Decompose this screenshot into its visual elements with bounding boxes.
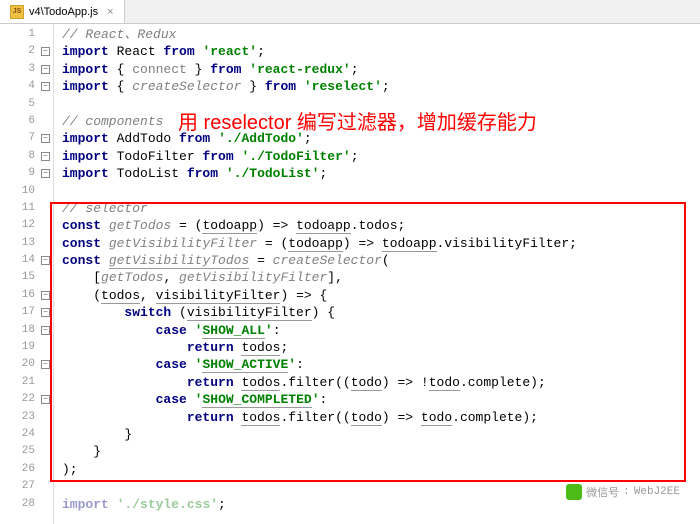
watermark-value: WebJ2EE xyxy=(634,486,680,498)
code-line[interactable]: import { connect } from 'react-redux'; xyxy=(62,61,700,78)
line-number: 21 xyxy=(0,374,53,391)
line-number-gutter: 12−3−4−567−8−9−1011121314−1516−17−18−192… xyxy=(0,24,54,524)
fold-icon[interactable]: − xyxy=(41,308,50,317)
code-line[interactable]: const getVisibilityTodos = createSelecto… xyxy=(62,252,700,269)
code-line[interactable]: // React、Redux xyxy=(62,26,700,43)
line-number: 16− xyxy=(0,287,53,304)
fold-icon[interactable]: − xyxy=(41,47,50,56)
code-line[interactable]: import React from 'react'; xyxy=(62,43,700,60)
line-number: 1 xyxy=(0,26,53,43)
line-number: 3− xyxy=(0,61,53,78)
code-line[interactable]: // selector xyxy=(62,200,700,217)
annotation-text: 用 reselector 编写过滤器，增加缓存能力 xyxy=(178,106,537,135)
line-number: 22− xyxy=(0,391,53,408)
fold-icon[interactable]: − xyxy=(41,291,50,300)
code-editor[interactable]: 12−3−4−567−8−9−1011121314−1516−17−18−192… xyxy=(0,24,700,524)
watermark-label: 微信号 xyxy=(586,484,619,500)
line-number: 9− xyxy=(0,165,53,182)
line-number: 19 xyxy=(0,339,53,356)
js-file-icon: JS xyxy=(10,5,24,19)
line-number: 24 xyxy=(0,426,53,443)
code-line[interactable]: import { createSelector } from 'reselect… xyxy=(62,78,700,95)
line-number: 14− xyxy=(0,252,53,269)
code-line[interactable]: const getVisibilityFilter = (todoapp) =>… xyxy=(62,235,700,252)
tab-filename: v4\TodoApp.js xyxy=(29,6,98,18)
line-number: 7− xyxy=(0,130,53,147)
fold-icon[interactable]: − xyxy=(41,326,50,335)
line-number: 26 xyxy=(0,461,53,478)
code-area[interactable]: 用 reselector 编写过滤器，增加缓存能力 // React、Redux… xyxy=(54,24,700,524)
code-line[interactable]: return todos; xyxy=(62,339,700,356)
line-number: 25 xyxy=(0,443,53,460)
line-number: 8− xyxy=(0,148,53,165)
code-line[interactable]: } xyxy=(62,426,700,443)
line-number: 28 xyxy=(0,496,53,513)
line-number: 4− xyxy=(0,78,53,95)
line-number: 18− xyxy=(0,322,53,339)
line-number: 5 xyxy=(0,96,53,113)
code-line[interactable]: import TodoList from './TodoList'; xyxy=(62,165,700,182)
line-number: 13 xyxy=(0,235,53,252)
fold-icon[interactable]: − xyxy=(41,152,50,161)
code-line[interactable]: import TodoFilter from './TodoFilter'; xyxy=(62,148,700,165)
fold-icon[interactable]: − xyxy=(41,134,50,143)
code-line[interactable]: const getTodos = (todoapp) => todoapp.to… xyxy=(62,217,700,234)
line-number: 27 xyxy=(0,478,53,495)
code-line[interactable]: (todos, visibilityFilter) => { xyxy=(62,287,700,304)
line-number: 10 xyxy=(0,183,53,200)
line-number: 11 xyxy=(0,200,53,217)
tab-bar: JS v4\TodoApp.js × xyxy=(0,0,700,24)
fold-icon[interactable]: − xyxy=(41,395,50,404)
code-line[interactable]: case 'SHOW_ACTIVE': xyxy=(62,356,700,373)
code-line[interactable]: ); xyxy=(62,461,700,478)
fold-icon[interactable]: − xyxy=(41,360,50,369)
code-line[interactable]: return todos.filter((todo) => todo.compl… xyxy=(62,409,700,426)
code-line[interactable]: case 'SHOW_COMPLETED': xyxy=(62,391,700,408)
close-icon[interactable]: × xyxy=(107,6,113,18)
fold-icon[interactable]: − xyxy=(41,169,50,178)
code-line[interactable]: [getTodos, getVisibilityFilter], xyxy=(62,269,700,286)
code-line[interactable]: switch (visibilityFilter) { xyxy=(62,304,700,321)
line-number: 12 xyxy=(0,217,53,234)
fold-icon[interactable]: − xyxy=(41,82,50,91)
file-tab[interactable]: JS v4\TodoApp.js × xyxy=(0,0,125,23)
line-number: 2− xyxy=(0,43,53,60)
code-line[interactable]: case 'SHOW_ALL': xyxy=(62,322,700,339)
code-line[interactable]: return todos.filter((todo) => !todo.comp… xyxy=(62,374,700,391)
wechat-icon xyxy=(566,484,582,500)
line-number: 6 xyxy=(0,113,53,130)
code-line[interactable]: } xyxy=(62,443,700,460)
fold-icon[interactable]: − xyxy=(41,65,50,74)
watermark: 微信号: WebJ2EE xyxy=(566,484,680,500)
code-line[interactable] xyxy=(62,183,700,200)
fold-icon[interactable]: − xyxy=(41,256,50,265)
line-number: 17− xyxy=(0,304,53,321)
line-number: 23 xyxy=(0,409,53,426)
line-number: 15 xyxy=(0,269,53,286)
line-number: 20− xyxy=(0,356,53,373)
